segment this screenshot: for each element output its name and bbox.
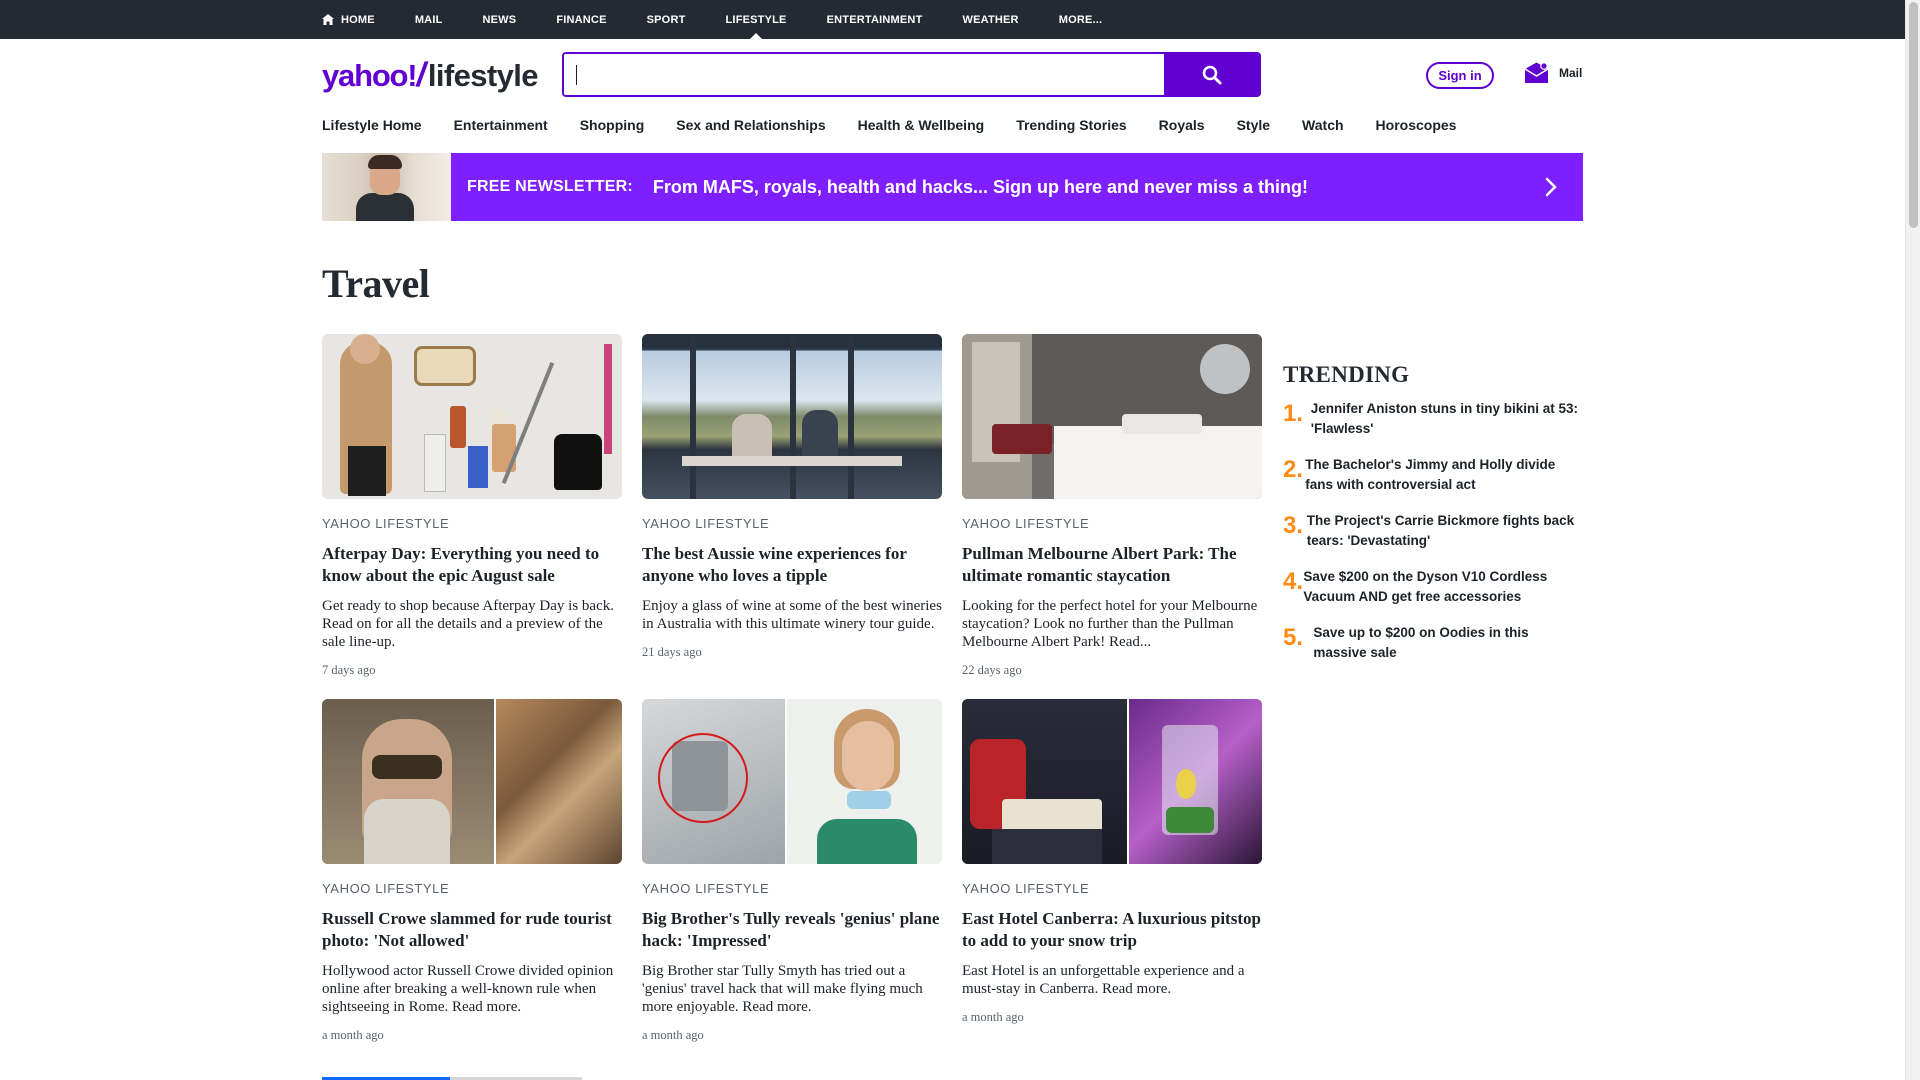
text-cursor [576,65,577,85]
article-headline[interactable]: The best Aussie wine experiences for any… [642,543,942,587]
trending-number: 2. [1283,456,1304,483]
article-description: Get ready to shop because Afterpay Day i… [322,598,614,650]
trending-title: TRENDING [1283,362,1410,387]
topnav-finance[interactable]: FINANCE [556,0,606,39]
trending-item[interactable]: 4. Save $200 on the Dyson V10 Cordless V… [1283,567,1583,606]
yahoo-lifestyle-logo[interactable]: yahoo! / lifestyle [322,56,539,94]
sign-in-button[interactable]: Sign in [1426,62,1494,89]
article-headline[interactable]: Big Brother's Tully reveals 'genius' pla… [642,908,942,952]
trending-number: 5. [1283,624,1304,651]
lifestyle-subnav: Lifestyle Home Entertainment Shopping Se… [322,117,1488,133]
article-headline[interactable]: Afterpay Day: Everything you need to kno… [322,543,622,587]
mail-icon [1524,62,1549,83]
trending-link[interactable]: The Project's Carrie Bickmore fights bac… [1307,511,1583,550]
subnav-item-horoscopes[interactable]: Horoscopes [1376,117,1457,133]
article-description: East Hotel is an unforgettable experienc… [962,963,1245,997]
page-title: Travel [322,261,430,306]
subnav-item-watch[interactable]: Watch [1302,117,1343,133]
topnav-weather[interactable]: WEATHER [963,0,1019,39]
search-icon [1202,65,1222,84]
subnav-item-sex-and-relationships[interactable]: Sex and Relationships [676,117,825,133]
article-time: 21 days ago [642,645,702,659]
article-source: YAHOO LIFESTYLE [642,516,770,531]
topnav-sport[interactable]: SPORT [647,0,686,39]
trending-number: 4. [1283,568,1304,595]
article-source: YAHOO LIFESTYLE [962,881,1090,896]
subnav-item-style[interactable]: Style [1237,117,1270,133]
topnav-entertainment[interactable]: ENTERTAINMENT [827,0,923,39]
home-icon [322,14,334,25]
article-time: a month ago [962,1010,1024,1024]
topnav-news[interactable]: NEWS [483,0,517,39]
trending-link[interactable]: Save up to $200 on Oodies in this massiv… [1313,623,1583,662]
article-card[interactable]: YAHOO LIFESTYLE East Hotel Canberra: A l… [962,699,1262,1025]
top-navigation-bar: HOME MAIL NEWS FINANCE SPORT LIFESTYLE E… [0,0,1905,39]
trending-link[interactable]: The Bachelor's Jimmy and Holly divide fa… [1305,455,1583,494]
article-description: Enjoy a glass of wine at some of the bes… [642,598,942,632]
article-headline[interactable]: Pullman Melbourne Albert Park: The ultim… [962,543,1262,587]
article-card[interactable]: YAHOO LIFESTYLE The best Aussie wine exp… [642,334,942,660]
article-card[interactable]: YAHOO LIFESTYLE Afterpay Day: Everything… [322,334,622,678]
mail-link[interactable]: Mail [1524,62,1582,84]
article-thumbnail[interactable] [322,699,622,864]
article-time: 22 days ago [962,663,1022,677]
trending-link[interactable]: Save $200 on the Dyson V10 Cordless Vacu… [1303,567,1583,606]
article-source: YAHOO LIFESTYLE [642,881,770,896]
newsletter-text: From MAFS, royals, health and hacks... S… [652,176,1309,197]
article-time: a month ago [642,1028,704,1042]
article-source: YAHOO LIFESTYLE [322,516,450,531]
article-description: Hollywood actor Russell Crowe divided op… [322,963,614,1015]
newsletter-label: FREE NEWSLETTER: [467,178,633,195]
trending-panel: TRENDING 1. Jennifer Aniston stuns in ti… [1283,362,1583,679]
search-button[interactable] [1164,54,1259,95]
article-thumbnail[interactable] [642,699,942,864]
article-thumbnail[interactable] [642,334,942,499]
topnav-home[interactable]: HOME [322,0,375,39]
topnav-more[interactable]: MORE... [1059,0,1103,39]
topnav-home-label: HOME [341,13,375,26]
scrollbar-thumb[interactable] [1909,2,1918,228]
article-description: Big Brother star Tully Smyth has tried o… [642,963,923,1015]
logo-lifestyle: lifestyle [427,58,539,93]
search-bar [562,52,1261,97]
subnav-item-royals[interactable]: Royals [1159,117,1205,133]
article-card[interactable]: YAHOO LIFESTYLE Big Brother's Tully reve… [642,699,942,1043]
newsletter-banner[interactable]: FREE NEWSLETTER: From MAFS, royals, heal… [322,153,1583,221]
subnav-item-trending-stories[interactable]: Trending Stories [1016,117,1126,133]
trending-item[interactable]: 1. Jennifer Aniston stuns in tiny bikini… [1283,399,1583,438]
logo-yahoo: yahoo! [322,58,418,93]
article-time: 7 days ago [322,663,376,677]
chevron-right-icon [1545,177,1557,197]
article-card[interactable]: YAHOO LIFESTYLE Russell Crowe slammed fo… [322,699,622,1043]
article-thumbnail[interactable] [322,334,622,499]
subnav-item-entertainment[interactable]: Entertainment [454,117,548,133]
newsletter-banner-image [322,153,451,221]
trending-item[interactable]: 3. The Project's Carrie Bickmore fights … [1283,511,1583,550]
subnav-item-lifestyle-home[interactable]: Lifestyle Home [322,117,422,133]
trending-item[interactable]: 5. Save up to $200 on Oodies in this mas… [1283,623,1583,662]
trending-link[interactable]: Jennifer Aniston stuns in tiny bikini at… [1311,399,1583,438]
trending-number: 1. [1283,400,1304,427]
article-source: YAHOO LIFESTYLE [322,881,450,896]
article-headline[interactable]: East Hotel Canberra: A luxurious pitstop… [962,908,1262,952]
subnav-item-shopping[interactable]: Shopping [580,117,645,133]
article-time: a month ago [322,1028,384,1042]
article-thumbnail[interactable] [962,699,1262,864]
subnav-item-health-wellbeing[interactable]: Health & Wellbeing [858,117,985,133]
topnav-mail[interactable]: MAIL [415,0,443,39]
article-thumbnail[interactable] [962,334,1262,499]
trending-number: 3. [1283,512,1304,539]
article-description: Looking for the perfect hotel for your M… [962,598,1258,650]
article-card[interactable]: YAHOO LIFESTYLE Pullman Melbourne Albert… [962,334,1262,678]
page-scrollbar[interactable] [1905,0,1920,1080]
article-source: YAHOO LIFESTYLE [962,516,1090,531]
search-input[interactable] [564,54,1164,95]
mail-label: Mail [1559,66,1583,80]
article-headline[interactable]: Russell Crowe slammed for rude tourist p… [322,908,622,952]
trending-item[interactable]: 2. The Bachelor's Jimmy and Holly divide… [1283,455,1583,494]
topnav-lifestyle[interactable]: LIFESTYLE [726,0,787,39]
